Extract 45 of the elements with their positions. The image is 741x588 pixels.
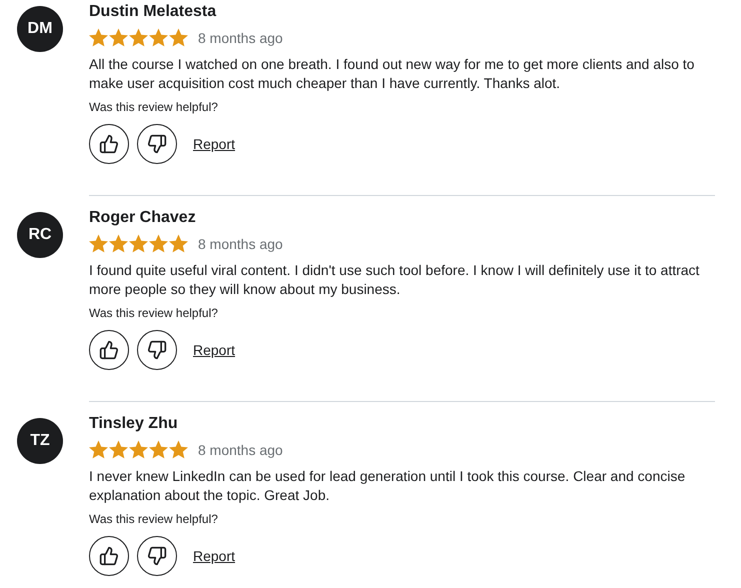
star-icon bbox=[89, 234, 108, 253]
user-avatar: RC bbox=[17, 212, 63, 258]
star-icon bbox=[89, 28, 108, 47]
user-avatar: DM bbox=[17, 6, 63, 52]
review-time: 8 months ago bbox=[198, 236, 283, 252]
star-icon bbox=[169, 28, 188, 47]
reviewer-name: Tinsley Zhu bbox=[89, 415, 179, 433]
star-icon bbox=[129, 28, 148, 47]
thumbs-up-icon bbox=[99, 134, 119, 154]
star-icon bbox=[129, 440, 148, 459]
thumbs-up-button[interactable] bbox=[89, 124, 129, 164]
user-avatar: TZ bbox=[17, 418, 63, 464]
star-icon bbox=[169, 440, 188, 459]
thumbs-down-icon bbox=[147, 340, 167, 360]
report-link[interactable]: Report bbox=[193, 548, 236, 564]
review-text: All the course I watched on one breath. I found out new way for me to get more clients and also to make user acquisition cost much cheaper than I have currently. Thanks alot. bbox=[89, 55, 696, 93]
helpful-prompt: Was this review helpful? bbox=[89, 512, 219, 526]
reviewer-name: Roger Chavez bbox=[89, 209, 197, 227]
helpful-prompt: Was this review helpful? bbox=[89, 100, 219, 114]
star-icon bbox=[109, 28, 128, 47]
thumbs-up-icon bbox=[99, 546, 119, 566]
review-time: 8 months ago bbox=[198, 442, 283, 458]
star-icon bbox=[149, 234, 168, 253]
thumbs-up-button[interactable] bbox=[89, 536, 129, 576]
thumbs-down-button[interactable] bbox=[137, 124, 177, 164]
review-time: 8 months ago bbox=[198, 30, 283, 46]
reviewer-name: Dustin Melatesta bbox=[89, 3, 218, 21]
star-icon bbox=[109, 440, 128, 459]
thumbs-up-button[interactable] bbox=[89, 330, 129, 370]
report-link[interactable]: Report bbox=[193, 342, 236, 358]
thumbs-down-icon bbox=[147, 134, 167, 154]
star-icon bbox=[89, 440, 108, 459]
review-text: I found quite useful viral content. I didn't use such tool before. I know I will definitely use it to attract more people so they will know about my business. bbox=[89, 261, 700, 299]
star-icon bbox=[129, 234, 148, 253]
star-icon bbox=[149, 28, 168, 47]
thumbs-up-icon bbox=[99, 340, 119, 360]
helpful-prompt: Was this review helpful? bbox=[89, 306, 219, 320]
review-text: I never knew LinkedIn can be used for lead generation until I took this course. Clear and concise explanation about the topic. Great Job. bbox=[89, 467, 686, 505]
thumbs-down-button[interactable] bbox=[137, 330, 177, 370]
report-link[interactable]: Report bbox=[193, 136, 236, 152]
star-icon bbox=[109, 234, 128, 253]
star-icon bbox=[149, 440, 168, 459]
thumbs-down-button[interactable] bbox=[137, 536, 177, 576]
star-icon bbox=[169, 234, 188, 253]
thumbs-down-icon bbox=[147, 546, 167, 566]
